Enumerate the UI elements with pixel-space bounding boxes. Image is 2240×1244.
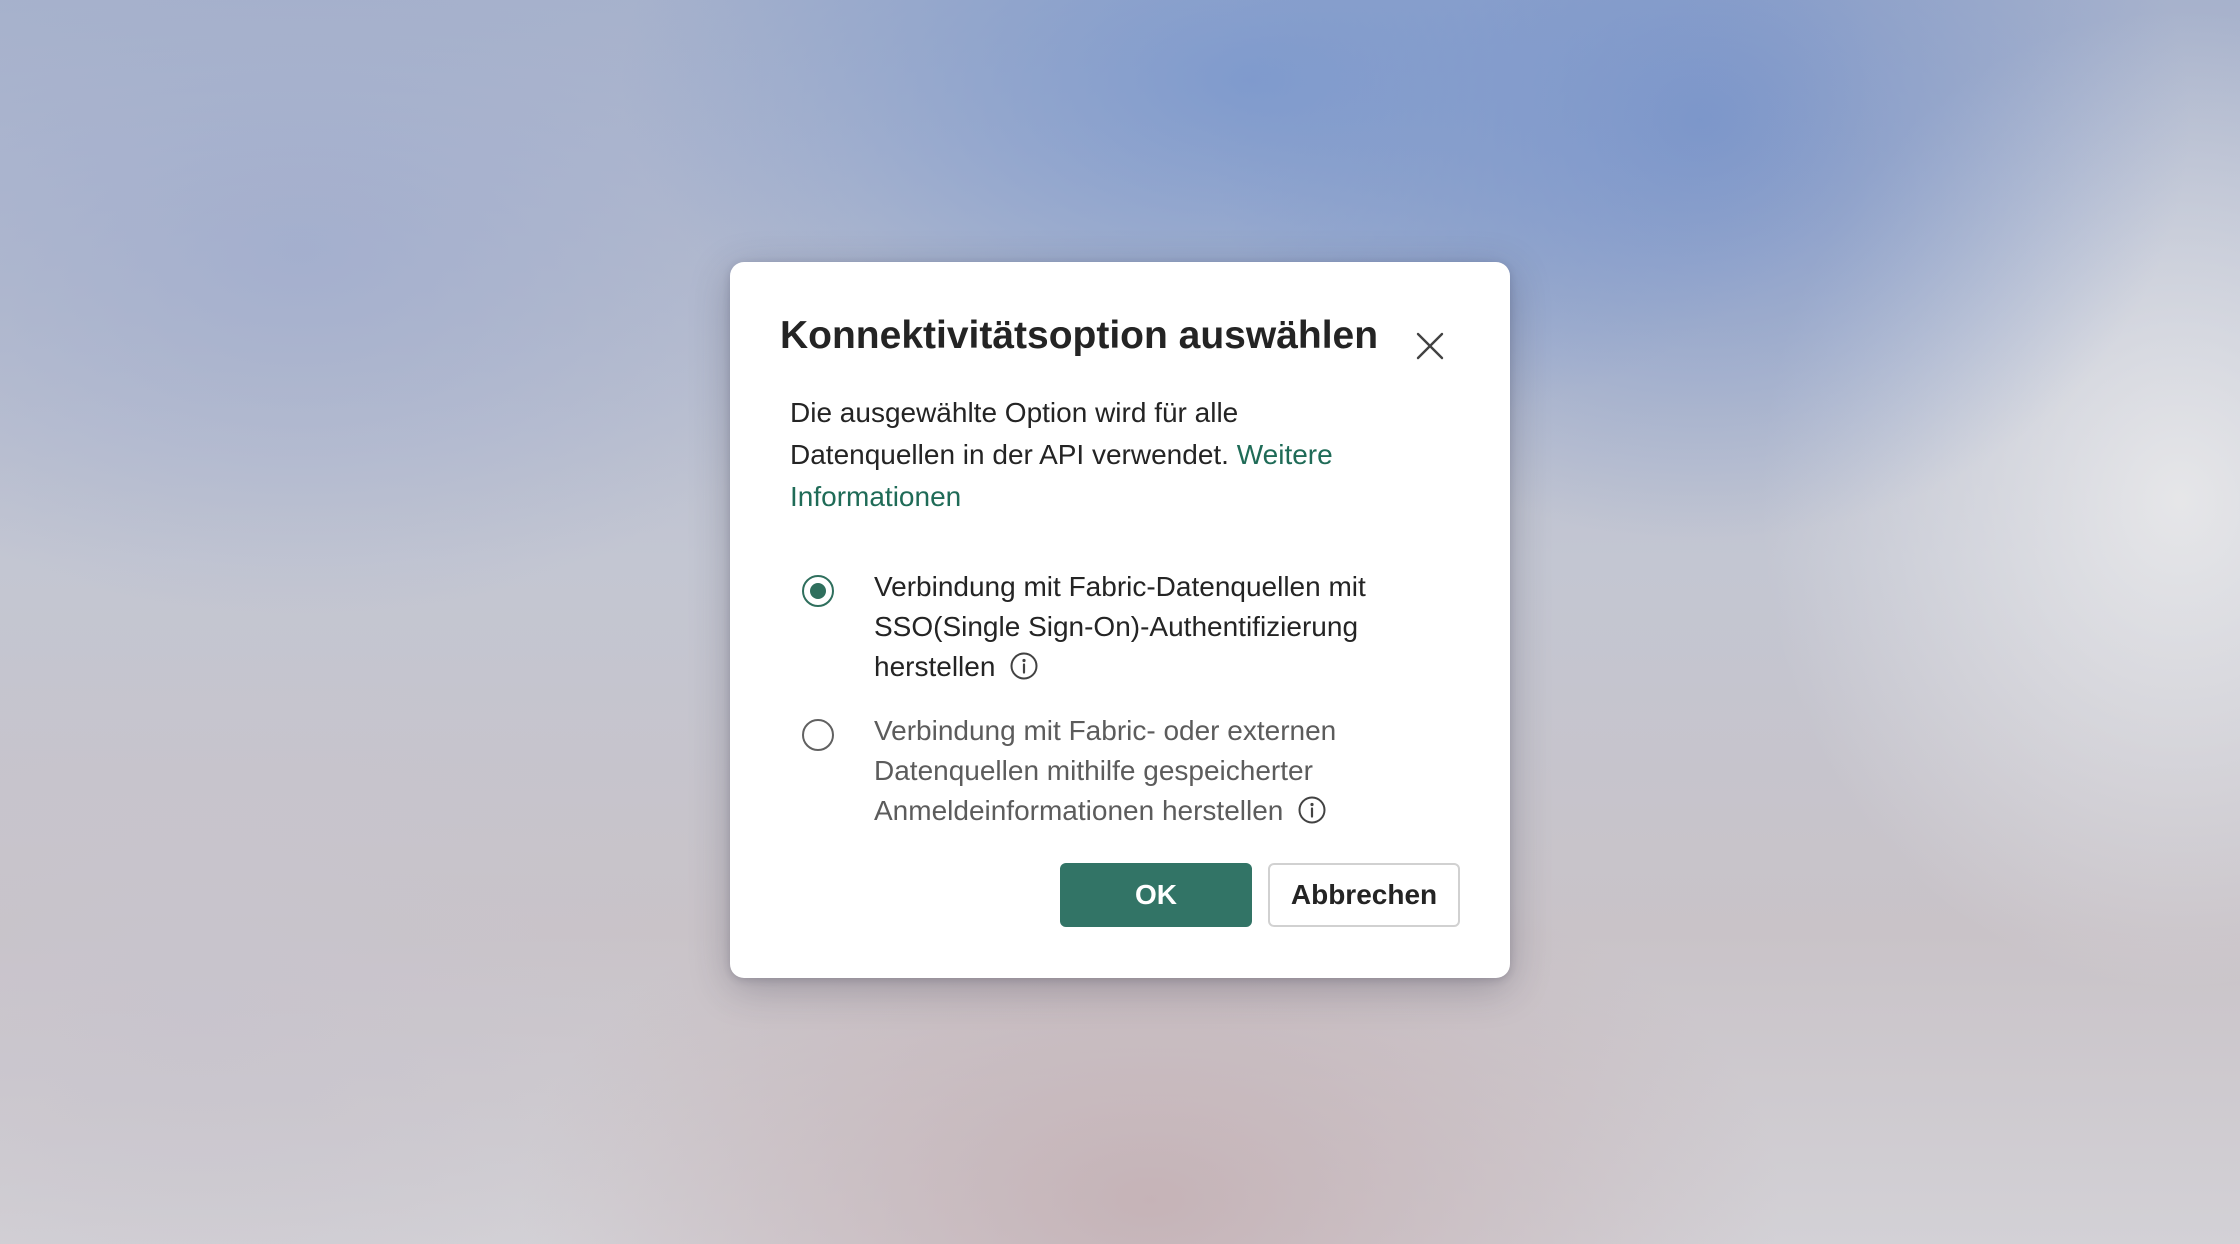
cancel-button[interactable]: Abbrechen [1268, 863, 1460, 927]
connectivity-option-dialog: Konnektivitätsoption auswählen Die ausge… [730, 262, 1510, 978]
option-sso-label: Verbindung mit Fabric-Datenquellen mit S… [874, 571, 1366, 682]
info-icon[interactable] [1297, 795, 1327, 825]
dialog-description: Die ausgewählte Option wird für alle Dat… [790, 392, 1370, 518]
radio-sso[interactable] [802, 575, 834, 607]
info-icon[interactable] [1009, 651, 1039, 681]
option-stored-credentials-label-wrap: Verbindung mit Fabric- oder externen Dat… [874, 711, 1434, 831]
radio-stored-credentials[interactable] [802, 719, 834, 751]
option-sso-label-wrap: Verbindung mit Fabric-Datenquellen mit S… [874, 567, 1434, 687]
close-button[interactable] [1402, 318, 1458, 374]
description-text: Die ausgewählte Option wird für alle Dat… [790, 397, 1239, 470]
dialog-title: Konnektivitätsoption auswählen [780, 314, 1379, 357]
option-stored-credentials-label: Verbindung mit Fabric- oder externen Dat… [874, 715, 1337, 826]
ok-button[interactable]: OK [1060, 863, 1252, 927]
close-icon [1416, 332, 1444, 360]
